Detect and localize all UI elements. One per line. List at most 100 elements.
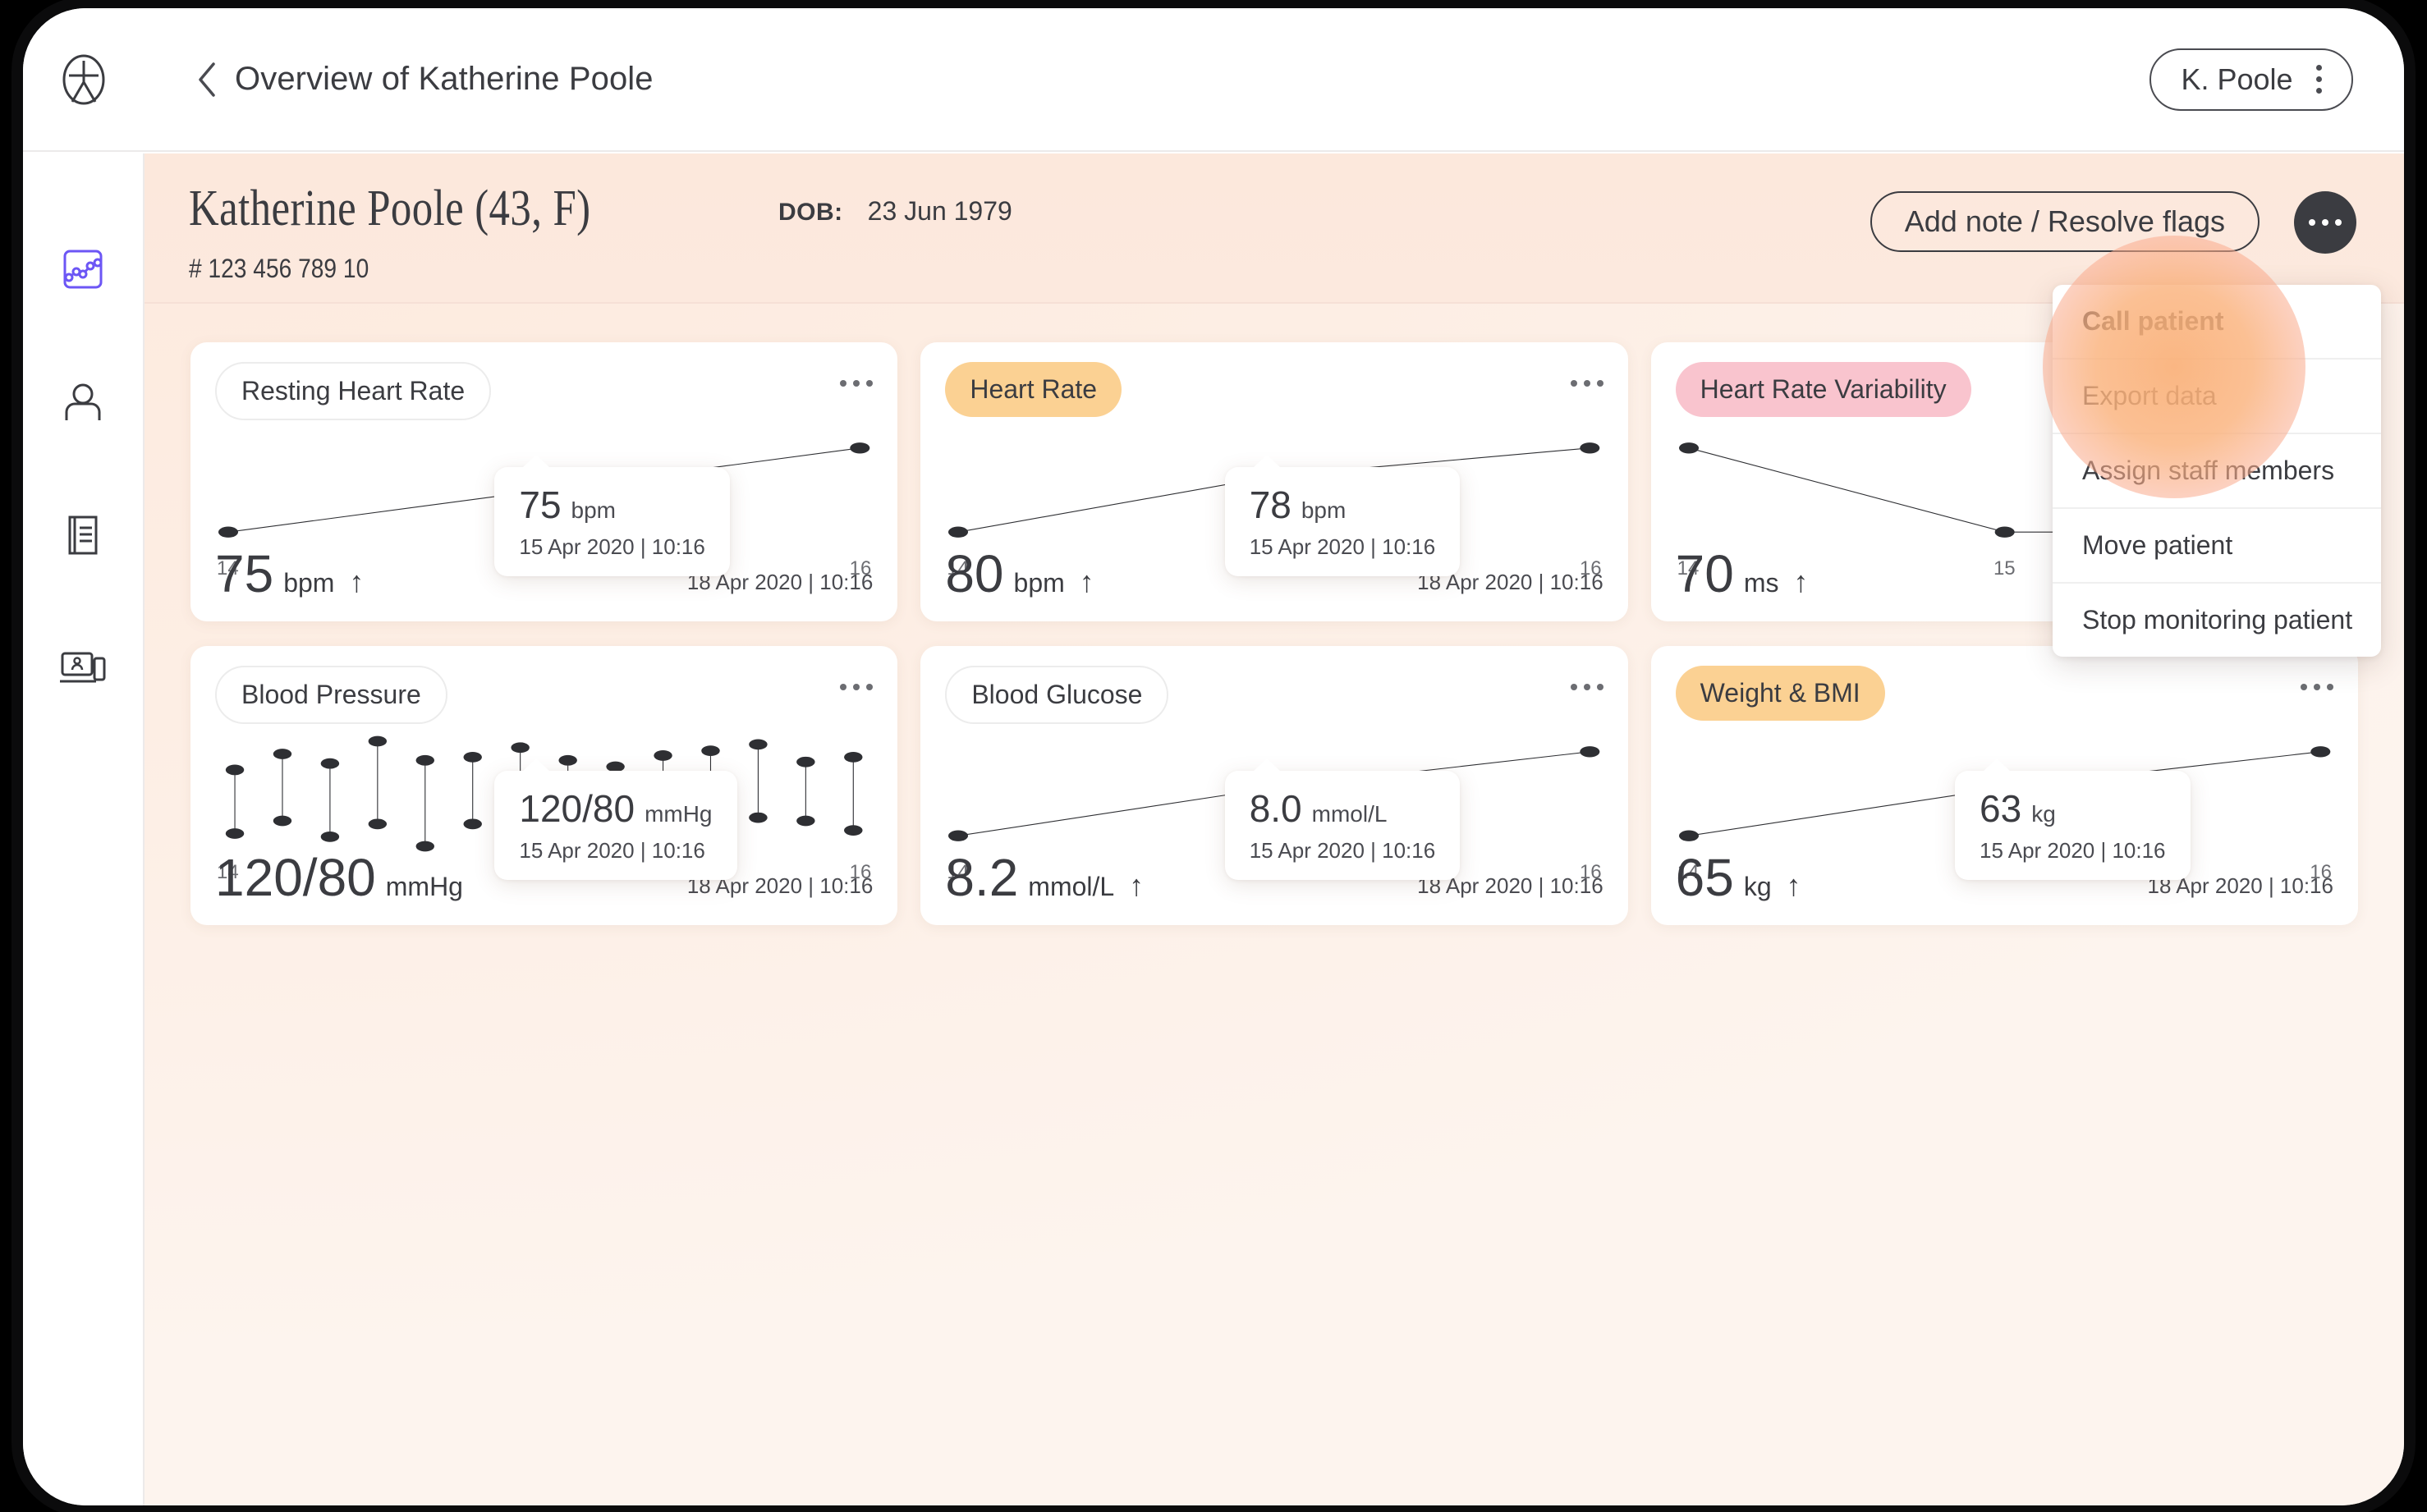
kebab-horizontal-icon-dot bbox=[2335, 219, 2342, 226]
vital-card-heart-rate: Heart Rate 14 16 80 bpm ↑ 18 Apr 2020 | 10:16 7… bbox=[920, 342, 1628, 621]
card-more-actions-button[interactable] bbox=[2300, 666, 2333, 690]
trend-up-icon: ↑ bbox=[1079, 565, 1094, 598]
current-value-number: 120/80 bbox=[215, 848, 376, 907]
patient-actions-dropdown: Call patient Export data Assign staff me… bbox=[2053, 285, 2381, 657]
dob-label: DOB: bbox=[778, 199, 843, 226]
tooltip-date: 15 Apr 2020 | 10:16 bbox=[1249, 534, 1436, 560]
tooltip-date: 15 Apr 2020 | 10:16 bbox=[1980, 838, 2166, 864]
add-note-resolve-flags-button[interactable]: Add note / Resolve flags bbox=[1870, 191, 2260, 252]
chart-tooltip-weight-bmi: 63 kg 15 Apr 2020 | 10:16 bbox=[1955, 758, 2191, 881]
vital-card-blood-glucose: Blood Glucose 14 16 8.2 mmol/L ↑ 18 Apr 2020 |… bbox=[920, 646, 1628, 925]
menu-item-export-data[interactable]: Export data bbox=[2053, 360, 2381, 434]
tooltip-value-number: 75 bbox=[519, 483, 562, 526]
back-button[interactable]: Overview of Katherine Poole bbox=[197, 61, 654, 98]
card-more-actions-button[interactable] bbox=[1570, 666, 1603, 690]
card-header: Heart Rate bbox=[945, 362, 1603, 417]
current-value-number: 80 bbox=[945, 544, 1004, 603]
tooltip-value: 63 kg bbox=[1980, 787, 2166, 830]
current-value-number: 70 bbox=[1675, 544, 1734, 603]
tooltip-date: 15 Apr 2020 | 10:16 bbox=[519, 838, 705, 864]
vital-title-badge-blood-pressure[interactable]: Blood Pressure bbox=[215, 666, 447, 724]
patient-id: # 123 456 789 10 bbox=[189, 254, 369, 283]
chart-tooltip-resting-heart-rate: 75 bpm 15 Apr 2020 | 10:16 bbox=[494, 454, 730, 577]
tooltip-value-number: 63 bbox=[1980, 787, 2022, 830]
main-content: Katherine Poole (43, F) # 123 456 789 10… bbox=[145, 153, 2404, 1505]
current-value: 70 ms ↑ bbox=[1676, 548, 1809, 600]
dob-value: 23 Jun 1979 bbox=[867, 196, 1012, 226]
patient-header: Katherine Poole (43, F) # 123 456 789 10… bbox=[145, 153, 2404, 304]
current-value-number: 75 bbox=[215, 544, 274, 603]
tooltip-value: 8.0 mmol/L bbox=[1250, 789, 1436, 829]
current-value-number: 65 bbox=[1675, 848, 1734, 907]
tooltip-value-number: 120/80 bbox=[519, 787, 635, 830]
user-chip-label: K. Poole bbox=[2181, 62, 2293, 96]
patient-more-actions-button[interactable] bbox=[2294, 191, 2356, 254]
user-account-chip[interactable]: K. Poole bbox=[2149, 48, 2353, 111]
vital-card-blood-pressure: Blood Pressure 14 16 120/80 mmHg 18 Apr 2020 … bbox=[190, 646, 898, 925]
tooltip-value-unit: bpm bbox=[571, 497, 616, 523]
menu-item-stop-monitoring-patient[interactable]: Stop monitoring patient bbox=[2053, 584, 2381, 657]
current-value-number: 8.2 bbox=[945, 848, 1019, 907]
current-value-unit: kg bbox=[1743, 872, 1772, 901]
chart-tooltip-blood-glucose: 8.0 mmol/L 15 Apr 2020 | 10:16 bbox=[1224, 758, 1461, 881]
current-value: 65 kg ↑ bbox=[1676, 851, 1801, 904]
menu-item-assign-staff-members[interactable]: Assign staff members bbox=[2053, 434, 2381, 509]
card-header: Weight & BMI bbox=[1675, 666, 2333, 721]
current-value: 8.2 mmol/L ↑ bbox=[945, 851, 1144, 904]
vital-card-weight-bmi: Weight & BMI 14 16 65 kg ↑ 18 Apr 2020 | 10:16… bbox=[1650, 646, 2358, 925]
sidebar-item-vitals[interactable] bbox=[48, 236, 118, 306]
card-header: Resting Heart Rate bbox=[215, 362, 874, 420]
tooltip-value-unit: bpm bbox=[1301, 497, 1347, 523]
vital-title-badge-weight-bmi[interactable]: Weight & BMI bbox=[1675, 666, 1885, 721]
card-more-actions-button[interactable] bbox=[840, 362, 874, 387]
sidebar-item-profile[interactable] bbox=[48, 369, 118, 439]
card-more-actions-button[interactable] bbox=[840, 666, 874, 690]
vital-card-resting-heart-rate: Resting Heart Rate 14 16 75 bpm ↑ 18 Apr 2020 … bbox=[190, 342, 898, 621]
tooltip-value-unit: mmHg bbox=[645, 801, 713, 827]
card-header: Blood Pressure bbox=[215, 666, 874, 724]
tooltip-value-unit: mmol/L bbox=[1311, 801, 1388, 827]
patient-name: Katherine Poole (43, F) bbox=[189, 181, 591, 236]
tooltip-value-unit: kg bbox=[2031, 801, 2056, 827]
card-header: Blood Glucose bbox=[945, 666, 1603, 724]
tooltip-date: 15 Apr 2020 | 10:16 bbox=[1249, 838, 1436, 864]
brand-logo-icon[interactable] bbox=[23, 54, 145, 105]
kebab-vertical-icon[interactable] bbox=[2315, 65, 2322, 94]
current-value-unit: mmHg bbox=[385, 872, 463, 901]
chart-tooltip-heart-rate: 78 bpm 15 Apr 2020 | 10:16 bbox=[1224, 454, 1461, 577]
telehealth-icon bbox=[58, 647, 108, 694]
page-title: Overview of Katherine Poole bbox=[235, 61, 654, 97]
vital-title-badge-resting-heart-rate[interactable]: Resting Heart Rate bbox=[215, 362, 492, 420]
current-value: 75 bpm ↑ bbox=[215, 548, 364, 600]
trend-up-icon: ↑ bbox=[1129, 868, 1145, 902]
tooltip-value: 120/80 mmHg bbox=[519, 787, 713, 830]
trend-up-icon: ↑ bbox=[1793, 565, 1809, 598]
tooltip-value: 75 bpm bbox=[519, 485, 705, 525]
vital-title-badge-heart-rate[interactable]: Heart Rate bbox=[945, 362, 1122, 417]
chevron-left-icon bbox=[199, 62, 215, 97]
tooltip-value: 78 bpm bbox=[1250, 485, 1436, 525]
menu-item-move-patient[interactable]: Move patient bbox=[2053, 509, 2381, 584]
document-icon bbox=[60, 512, 106, 562]
card-more-actions-button[interactable] bbox=[1570, 362, 1603, 387]
current-value-unit: mmol/L bbox=[1028, 872, 1115, 901]
trend-up-icon: ↑ bbox=[349, 565, 365, 598]
left-sidebar bbox=[23, 153, 145, 1505]
app-top-bar: Overview of Katherine Poole K. Poole bbox=[23, 8, 2404, 152]
sidebar-item-devices[interactable] bbox=[48, 635, 118, 705]
current-value: 80 bpm ↑ bbox=[945, 548, 1094, 600]
current-value: 120/80 mmHg bbox=[215, 851, 463, 904]
chart-line-icon bbox=[60, 246, 106, 296]
menu-item-call-patient[interactable]: Call patient bbox=[2053, 285, 2381, 360]
kebab-horizontal-icon-dot bbox=[2309, 219, 2315, 226]
chart-tooltip-blood-pressure: 120/80 mmHg 15 Apr 2020 | 10:16 bbox=[494, 758, 737, 881]
vital-title-badge-heart-rate-variability[interactable]: Heart Rate Variability bbox=[1675, 362, 1971, 417]
dob-block: DOB: 23 Jun 1979 bbox=[778, 196, 1012, 227]
tooltip-date: 15 Apr 2020 | 10:16 bbox=[519, 534, 705, 560]
tooltip-value-number: 78 bbox=[1249, 483, 1291, 526]
tablet-device-frame: Overview of Katherine Poole K. Poole Kat… bbox=[23, 8, 2404, 1505]
kebab-horizontal-icon-dot bbox=[2322, 219, 2328, 226]
current-value-unit: ms bbox=[1743, 568, 1779, 598]
vital-title-badge-blood-glucose[interactable]: Blood Glucose bbox=[945, 666, 1169, 724]
sidebar-item-notes[interactable] bbox=[48, 502, 118, 572]
